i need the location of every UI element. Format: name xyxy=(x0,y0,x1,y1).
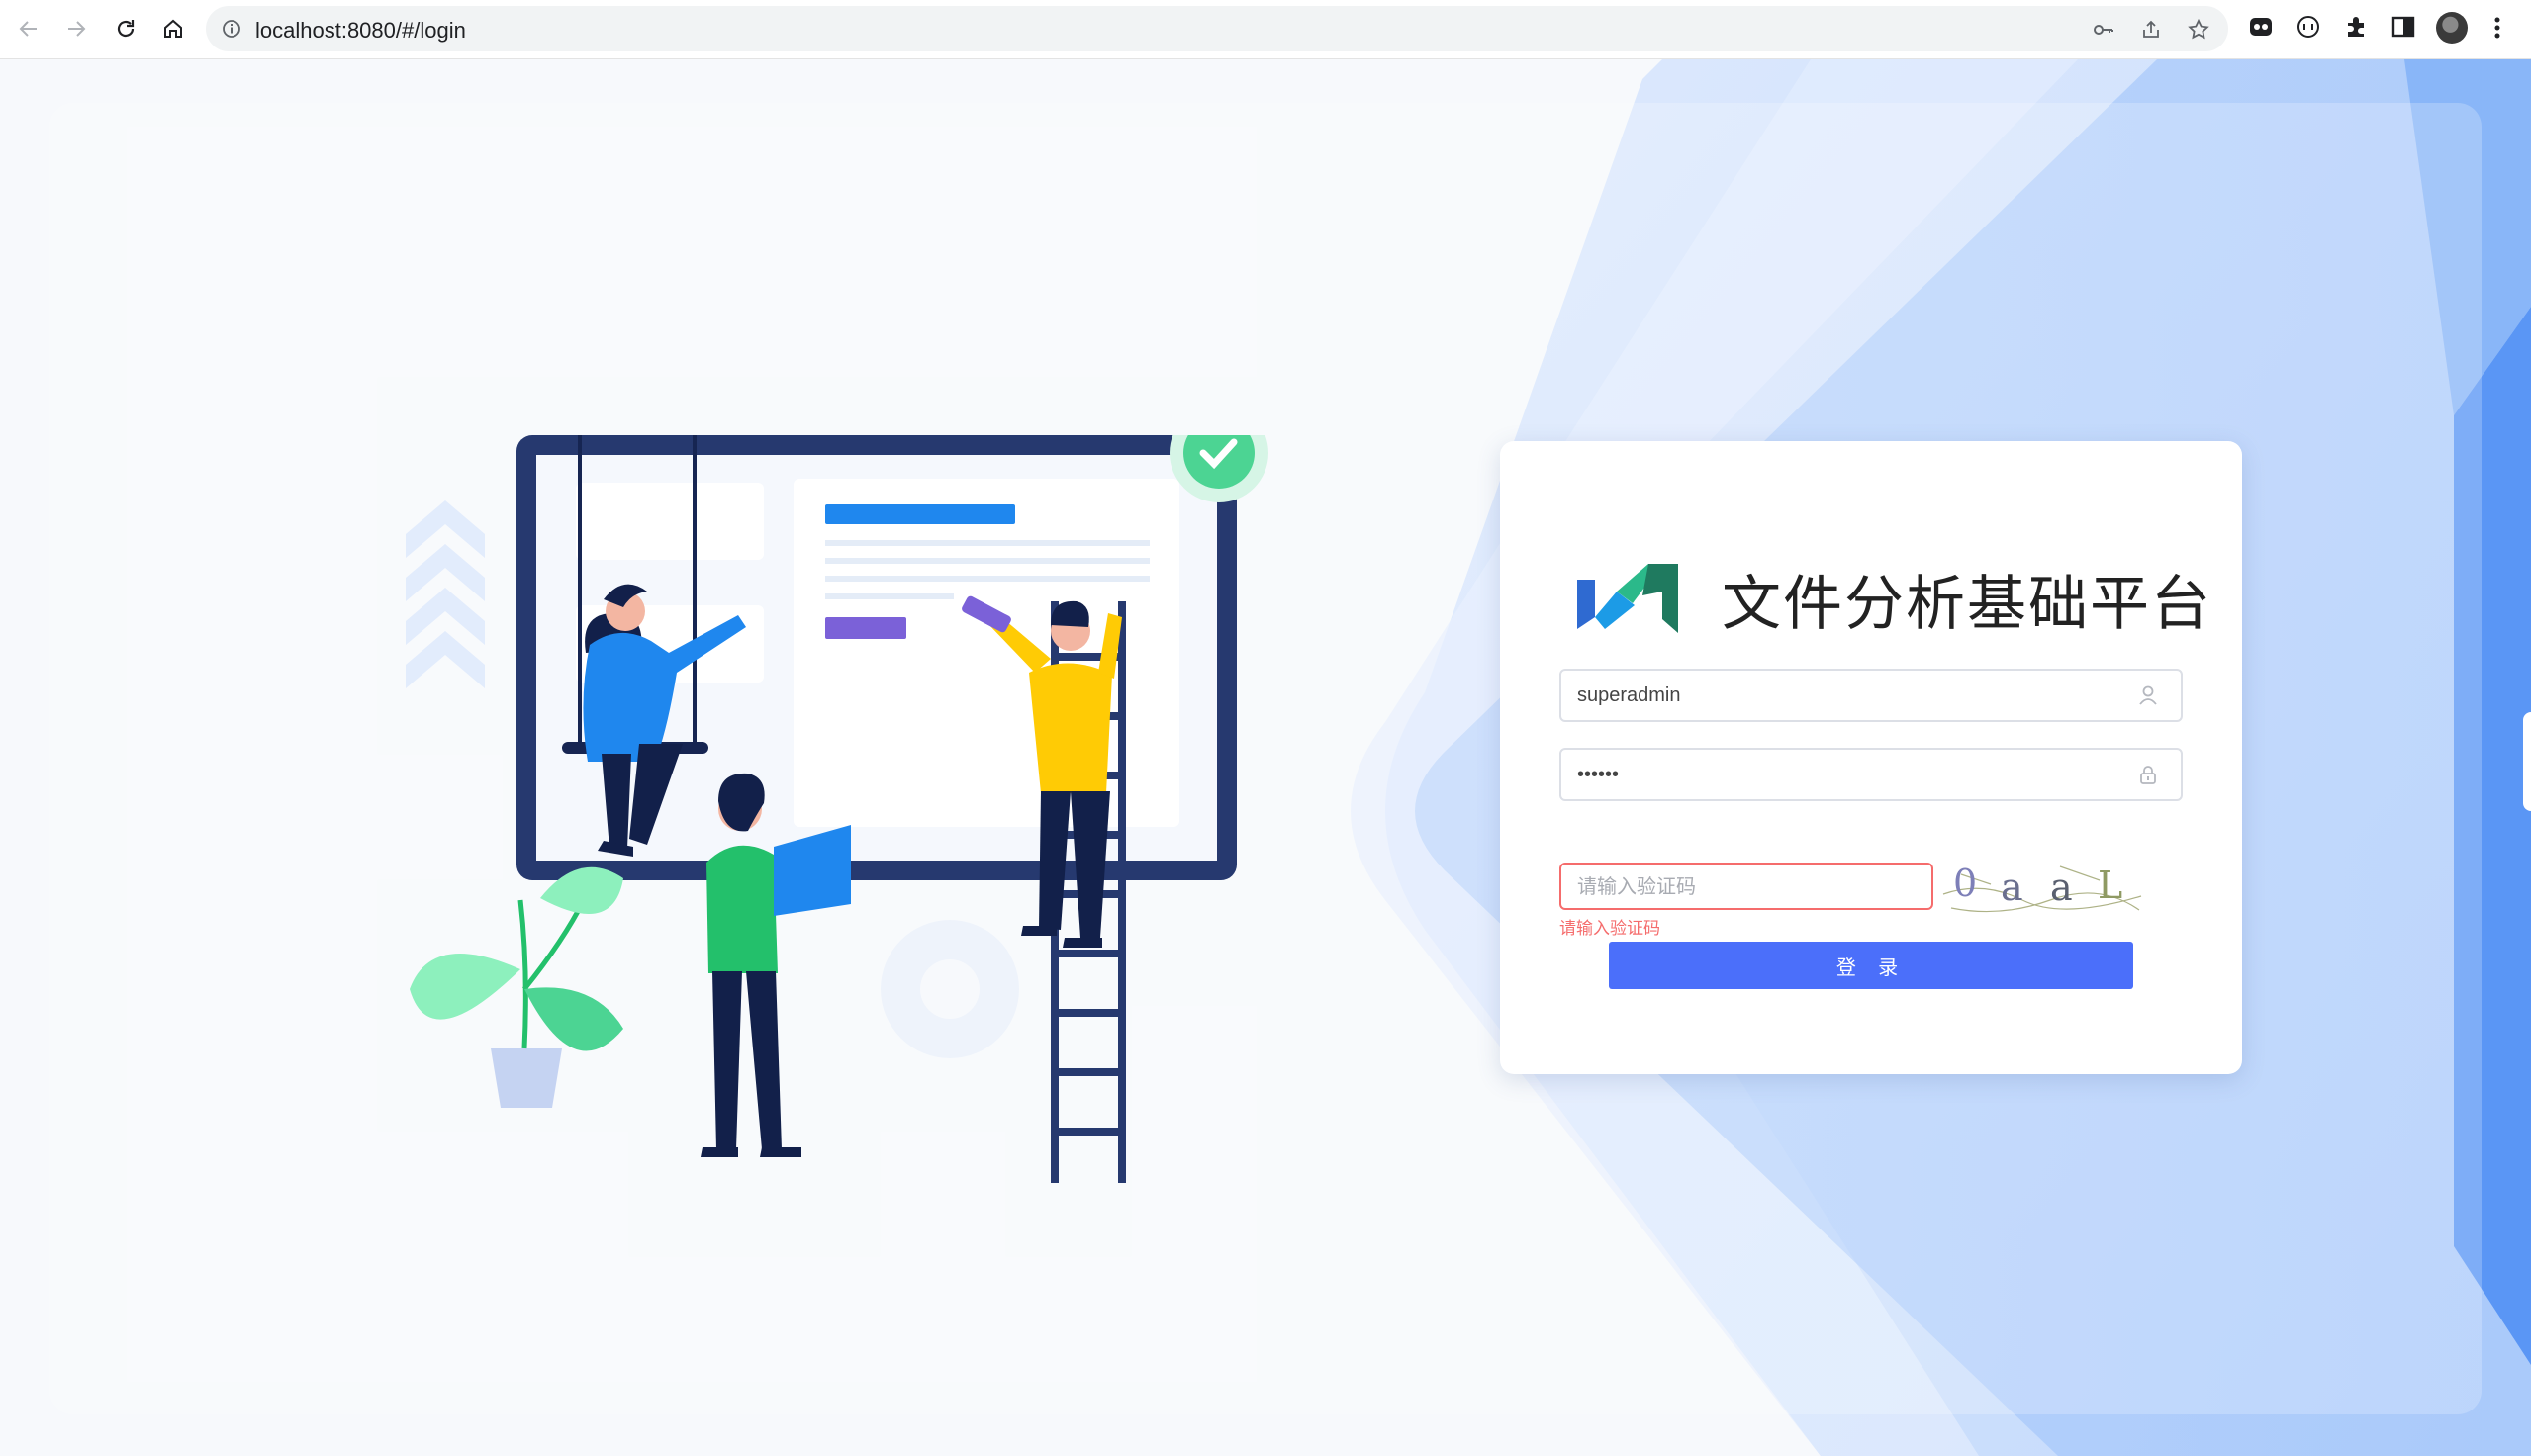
back-arrow-icon[interactable] xyxy=(10,10,47,47)
browser-toolbar: localhost:8080/#/login xyxy=(0,0,2531,59)
puzzle-icon[interactable] xyxy=(2343,14,2369,40)
side-panel-icon[interactable] xyxy=(2390,14,2416,40)
captcha-image[interactable]: 0 a a L xyxy=(1941,855,2149,920)
login-card: 文件分析基础平台 0 a xyxy=(1500,441,2242,1074)
password-field[interactable] xyxy=(1559,748,2183,801)
brand-title: 文件分析基础平台 xyxy=(1722,570,2212,639)
captcha-char: 0 xyxy=(1953,862,1977,905)
username-input[interactable] xyxy=(1561,671,2131,720)
star-icon[interactable] xyxy=(2187,18,2210,42)
side-handle[interactable] xyxy=(2523,712,2531,811)
home-icon[interactable] xyxy=(154,10,192,47)
captcha-char: a xyxy=(2001,865,2023,909)
lock-icon xyxy=(2140,766,2156,784)
info-icon[interactable] xyxy=(222,19,241,39)
captcha-error-text: 请输入验证码 xyxy=(1559,919,1660,939)
login-button[interactable]: 登 录 xyxy=(1609,942,2133,989)
extension-icon[interactable] xyxy=(2296,14,2321,40)
profile-avatar[interactable] xyxy=(2436,12,2468,44)
platform-logo-icon xyxy=(1577,564,1678,633)
reload-icon[interactable] xyxy=(107,10,144,47)
captcha-input[interactable] xyxy=(1561,864,1914,908)
address-bar[interactable]: localhost:8080/#/login xyxy=(206,6,2228,51)
password-input[interactable] xyxy=(1561,750,2131,799)
extension-icon[interactable] xyxy=(2248,14,2274,40)
forward-arrow-icon[interactable] xyxy=(57,10,95,47)
key-icon[interactable] xyxy=(2092,18,2115,42)
username-field[interactable] xyxy=(1559,669,2183,722)
login-page: 文件分析基础平台 0 a xyxy=(0,59,2531,1456)
captcha-field[interactable] xyxy=(1559,863,1933,910)
menu-icon[interactable] xyxy=(2485,12,2509,44)
user-icon xyxy=(2139,685,2157,705)
share-icon[interactable] xyxy=(2139,18,2163,42)
captcha-char: a xyxy=(2050,865,2073,909)
url-text[interactable]: localhost:8080/#/login xyxy=(255,18,466,44)
team-illustration xyxy=(406,435,1268,1183)
captcha-char: L xyxy=(2098,864,2122,907)
